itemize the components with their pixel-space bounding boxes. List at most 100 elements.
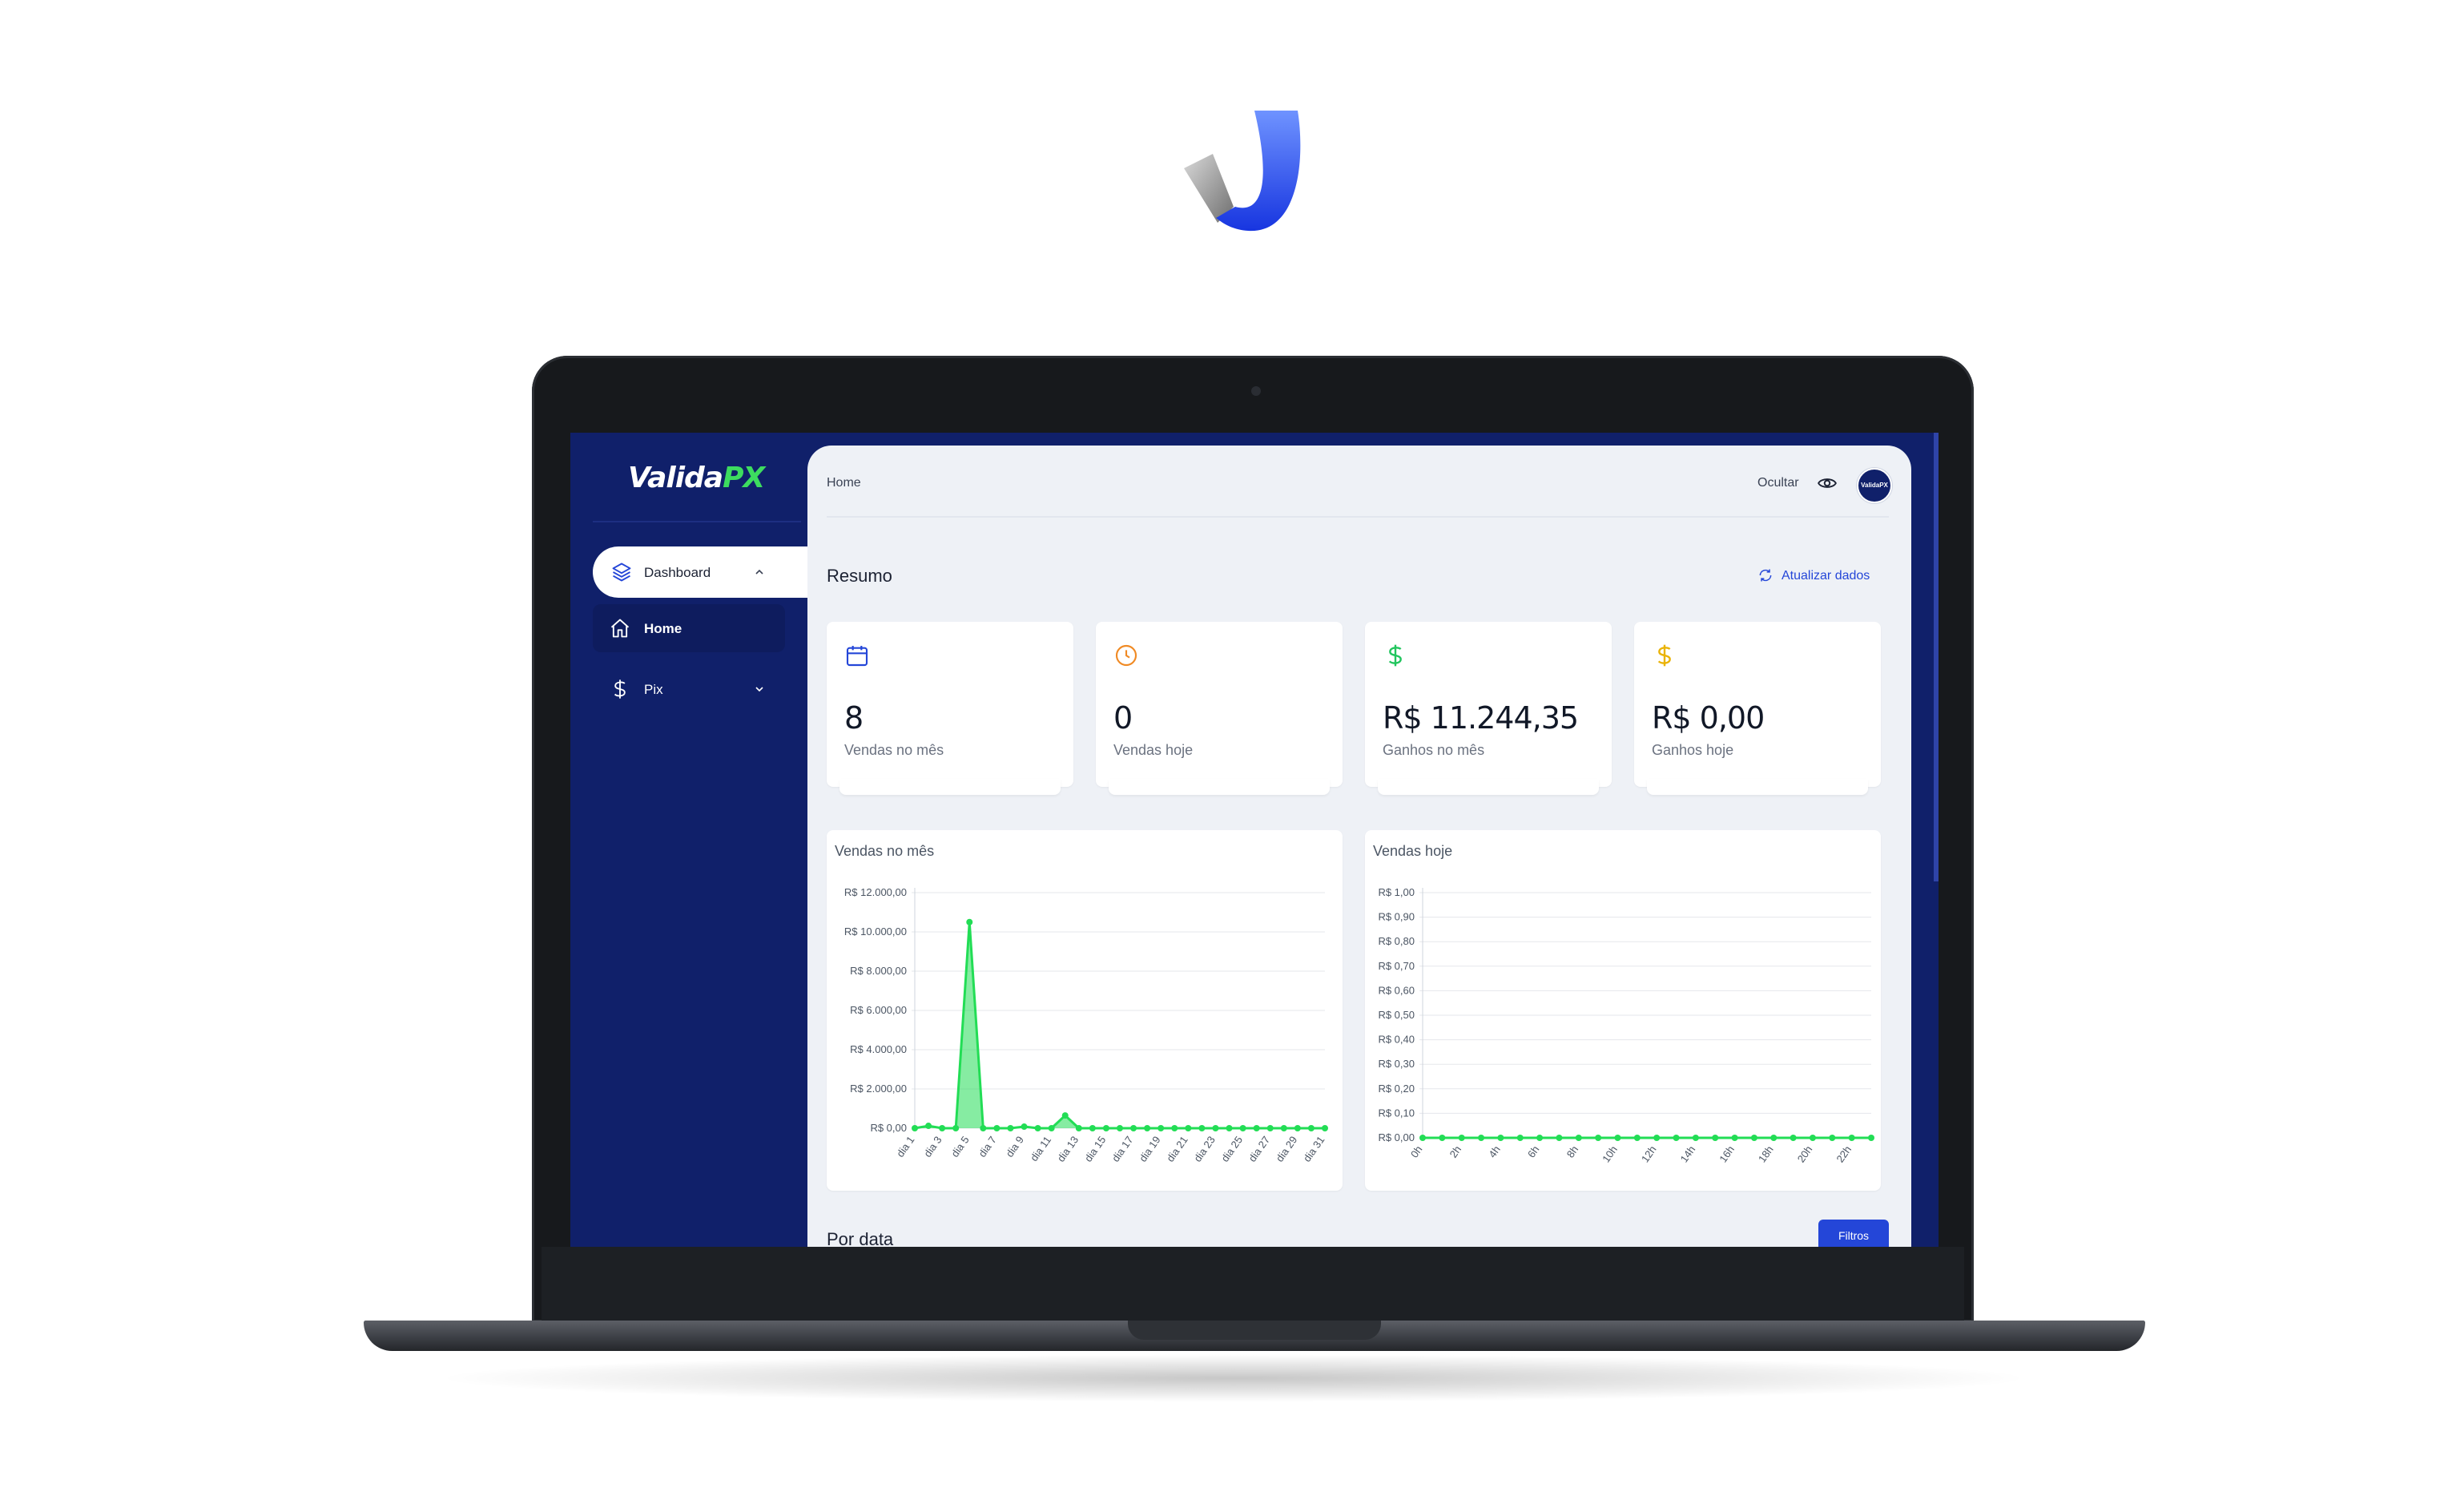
data-point[interactable] [939,1125,946,1131]
data-point[interactable] [1595,1135,1602,1141]
data-point[interactable] [1198,1125,1206,1131]
data-point[interactable] [1034,1125,1041,1131]
data-point[interactable] [1239,1125,1246,1131]
data-point[interactable] [1212,1125,1219,1131]
data-point[interactable] [1419,1135,1426,1141]
data-point[interactable] [1790,1135,1797,1141]
data-point[interactable] [1516,1135,1524,1141]
data-point[interactable] [1770,1135,1778,1141]
data-point[interactable] [1692,1135,1699,1141]
data-point[interactable] [1158,1125,1165,1131]
home-icon [610,619,630,638]
data-point[interactable] [1653,1135,1661,1141]
clock-icon [1115,644,1137,667]
data-point[interactable] [1089,1125,1096,1131]
sidebar-item-pix[interactable]: Pix [593,665,785,713]
section-title: Resumo [827,566,892,586]
data-point[interactable] [1614,1135,1621,1141]
data-point[interactable] [1280,1125,1287,1131]
x-tick-label: dia 29 [1274,1134,1300,1164]
data-point[interactable] [1731,1135,1738,1141]
data-point[interactable] [1829,1135,1836,1141]
avatar[interactable]: ValidaPX [1857,468,1892,503]
data-point[interactable] [1556,1135,1563,1141]
data-point[interactable] [1575,1135,1582,1141]
x-tick-label: dia 9 [1004,1134,1026,1159]
data-point[interactable] [1809,1135,1816,1141]
data-point[interactable] [1712,1135,1719,1141]
data-point[interactable] [1536,1135,1544,1141]
filters-button[interactable]: Filtros [1818,1220,1889,1247]
data-point[interactable] [1322,1125,1328,1131]
data-point[interactable] [1130,1125,1137,1131]
app-logo[interactable]: ValidaPX [628,462,765,494]
data-point[interactable] [1478,1135,1485,1141]
data-point[interactable] [1497,1135,1504,1141]
stat-value: R$ 11.244,35 [1383,700,1579,736]
data-point[interactable] [1673,1135,1680,1141]
data-point[interactable] [1633,1135,1641,1141]
laptop-chin [542,1247,1964,1322]
data-point[interactable] [1253,1125,1260,1131]
data-point[interactable] [1048,1125,1055,1131]
x-tick-label: dia 25 [1218,1134,1245,1164]
chevron-down-icon [755,687,763,692]
data-point[interactable] [1848,1135,1855,1141]
x-tick-label: dia 27 [1246,1134,1273,1164]
laptop-shadow [433,1354,2035,1402]
chart-card-sales-today: Vendas hoje R$ 0,00 R$ 0,10 R$ 0,20 R$ 0,30… [1365,830,1881,1191]
sidebar: ValidaPX Dashboard Home Pix [570,433,807,1247]
chart-card-sales-month: Vendas no mês R$ 0,00 R$ 2.000,00 R$ 4.000… [827,830,1343,1191]
x-tick-label: 4h [1486,1143,1503,1159]
data-point[interactable] [1266,1125,1274,1131]
data-point[interactable] [1439,1135,1446,1141]
x-tick-label: dia 5 [948,1134,971,1159]
data-point[interactable] [1868,1135,1874,1141]
data-point[interactable] [1144,1125,1151,1131]
y-tick-label: R$ 0,80 [1378,935,1415,947]
x-tick-label: dia 11 [1028,1134,1053,1163]
data-point[interactable] [1750,1135,1757,1141]
data-point[interactable] [1185,1125,1192,1131]
x-tick-label: dia 21 [1164,1134,1190,1164]
y-tick-label: R$ 1,00 [1378,886,1415,898]
data-point[interactable] [1458,1135,1465,1141]
data-point[interactable] [1007,1125,1014,1131]
sidebar-item-home[interactable]: Home [593,604,785,652]
y-tick-label: R$ 0,00 [870,1122,907,1134]
breadcrumb[interactable]: Home [827,476,861,490]
data-point[interactable] [993,1125,1000,1131]
data-point[interactable] [966,918,973,925]
scrollbar[interactable] [1934,433,1939,881]
data-point[interactable] [1075,1125,1082,1131]
data-point[interactable] [980,1125,987,1131]
data-point[interactable] [952,1125,960,1131]
chevron-up-icon [755,569,763,575]
data-point[interactable] [1294,1125,1301,1131]
avatar-text: ValidaPX [1861,482,1888,489]
x-tick-label: 12h [1639,1143,1659,1164]
hide-values-label: Ocultar [1757,476,1799,490]
eye-icon [1818,478,1837,488]
data-point[interactable] [1171,1125,1178,1131]
data-point[interactable] [925,1123,932,1130]
y-tick-label: R$ 0,70 [1378,960,1415,972]
data-point[interactable] [1061,1112,1069,1119]
stat-card-earnings-today: R$ 0,00 Ganhos hoje [1634,622,1881,795]
data-point[interactable] [1307,1125,1315,1131]
sidebar-item-dashboard[interactable]: Dashboard [593,546,833,598]
app-screen: ValidaPX Dashboard Home Pix Home Ocultar… [570,433,1939,1247]
refresh-data-link[interactable]: Atualizar dados [1757,566,1889,587]
data-point[interactable] [1226,1125,1233,1131]
data-point[interactable] [1102,1125,1109,1131]
y-tick-label: R$ 0,30 [1378,1058,1415,1070]
stat-label: Ganhos no mês [1383,742,1485,758]
data-point[interactable] [1117,1125,1123,1131]
hide-values-toggle[interactable]: Ocultar [1757,470,1838,494]
dollar-icon [614,679,626,699]
stat-label: Ganhos hoje [1652,742,1734,758]
x-tick-label: dia 23 [1191,1134,1218,1164]
data-point[interactable] [1021,1123,1028,1131]
sales-today-chart: R$ 0,00 R$ 0,10 R$ 0,20 R$ 0,30 R$ 0,40 R$ 0,… [1378,886,1874,1164]
data-point[interactable] [912,1125,918,1131]
